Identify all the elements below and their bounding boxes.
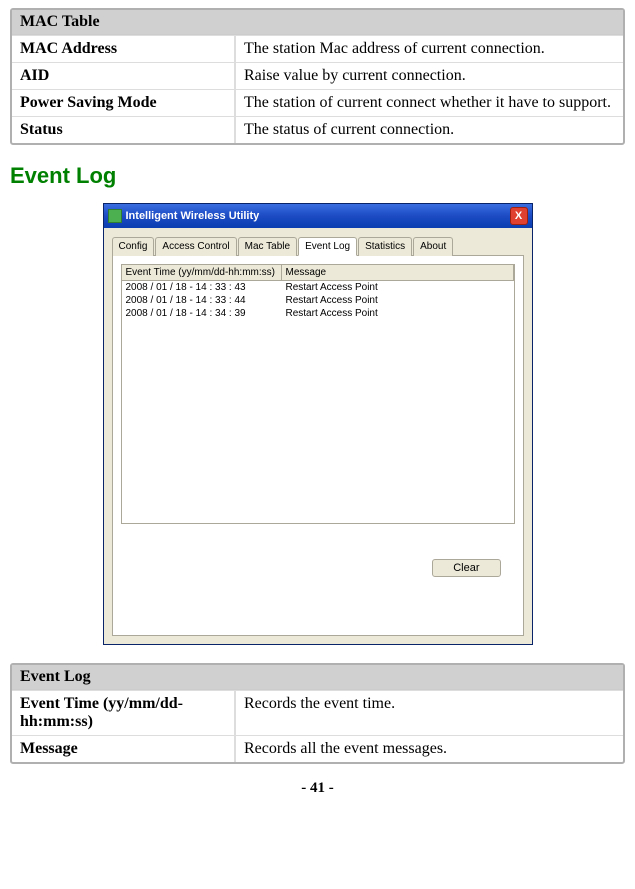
app-icon	[108, 209, 122, 223]
tab-mac-table[interactable]: Mac Table	[238, 237, 297, 256]
tab-about[interactable]: About	[413, 237, 453, 256]
log-table: Event Time (yy/mm/dd-hh:mm:ss) Message 2…	[121, 264, 515, 524]
message-label: Message	[12, 736, 236, 762]
psm-desc: The station of current connect whether i…	[236, 90, 623, 116]
log-msg: Restart Access Point	[282, 307, 514, 320]
table-row: Message Records all the event messages.	[12, 735, 623, 762]
event-log-desc-table: Event Log Event Time (yy/mm/dd-hh:mm:ss)…	[10, 663, 625, 764]
status-label: Status	[12, 117, 236, 143]
log-msg: Restart Access Point	[282, 294, 514, 307]
window-body: Config Access Control Mac Table Event Lo…	[104, 228, 532, 644]
event-time-label: Event Time (yy/mm/dd-hh:mm:ss)	[12, 691, 236, 735]
tab-access-control[interactable]: Access Control	[155, 237, 236, 256]
log-row: 2008 / 01 / 18 - 14 : 33 : 44 Restart Ac…	[122, 294, 514, 307]
table-row: Power Saving Mode The station of current…	[12, 89, 623, 116]
log-time: 2008 / 01 / 18 - 14 : 33 : 43	[122, 281, 282, 294]
tabs: Config Access Control Mac Table Event Lo…	[112, 236, 524, 256]
page-number: - 41 -	[10, 780, 625, 797]
status-desc: The status of current connection.	[236, 117, 623, 143]
titlebar-left: Intelligent Wireless Utility	[108, 209, 260, 223]
close-button[interactable]: X	[510, 207, 528, 225]
event-log-desc-title: Event Log	[12, 665, 623, 690]
screenshot-container: Intelligent Wireless Utility X Config Ac…	[10, 203, 625, 645]
mac-table: MAC Table MAC Address The station Mac ad…	[10, 8, 625, 145]
log-time: 2008 / 01 / 18 - 14 : 34 : 39	[122, 307, 282, 320]
mac-address-label: MAC Address	[12, 36, 236, 62]
app-window: Intelligent Wireless Utility X Config Ac…	[103, 203, 533, 645]
clear-button[interactable]: Clear	[432, 559, 500, 577]
tab-config[interactable]: Config	[112, 237, 155, 256]
col-header-message[interactable]: Message	[282, 265, 514, 280]
message-desc: Records all the event messages.	[236, 736, 623, 762]
table-row: Event Time (yy/mm/dd-hh:mm:ss) Records t…	[12, 690, 623, 735]
col-header-time[interactable]: Event Time (yy/mm/dd-hh:mm:ss)	[122, 265, 282, 280]
log-msg: Restart Access Point	[282, 281, 514, 294]
log-row: 2008 / 01 / 18 - 14 : 34 : 39 Restart Ac…	[122, 307, 514, 320]
table-row: Status The status of current connection.	[12, 116, 623, 143]
log-time: 2008 / 01 / 18 - 14 : 33 : 44	[122, 294, 282, 307]
log-row: 2008 / 01 / 18 - 14 : 33 : 43 Restart Ac…	[122, 281, 514, 294]
tab-statistics[interactable]: Statistics	[358, 237, 412, 256]
mac-table-title: MAC Table	[12, 10, 623, 35]
window-title: Intelligent Wireless Utility	[126, 210, 260, 222]
aid-desc: Raise value by current connection.	[236, 63, 623, 89]
psm-label: Power Saving Mode	[12, 90, 236, 116]
mac-address-desc: The station Mac address of current conne…	[236, 36, 623, 62]
titlebar: Intelligent Wireless Utility X	[104, 204, 532, 228]
aid-label: AID	[12, 63, 236, 89]
table-row: MAC Address The station Mac address of c…	[12, 35, 623, 62]
tab-content: Event Time (yy/mm/dd-hh:mm:ss) Message 2…	[112, 256, 524, 636]
table-row: AID Raise value by current connection.	[12, 62, 623, 89]
log-headers: Event Time (yy/mm/dd-hh:mm:ss) Message	[122, 265, 514, 281]
tab-event-log[interactable]: Event Log	[298, 237, 357, 256]
event-time-desc: Records the event time.	[236, 691, 623, 735]
section-title-event-log: Event Log	[10, 163, 625, 189]
